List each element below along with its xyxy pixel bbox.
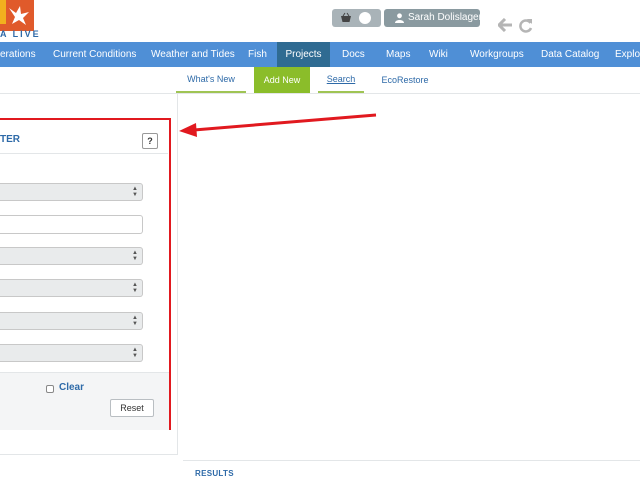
annotation-arrow-icon: [179, 113, 377, 137]
